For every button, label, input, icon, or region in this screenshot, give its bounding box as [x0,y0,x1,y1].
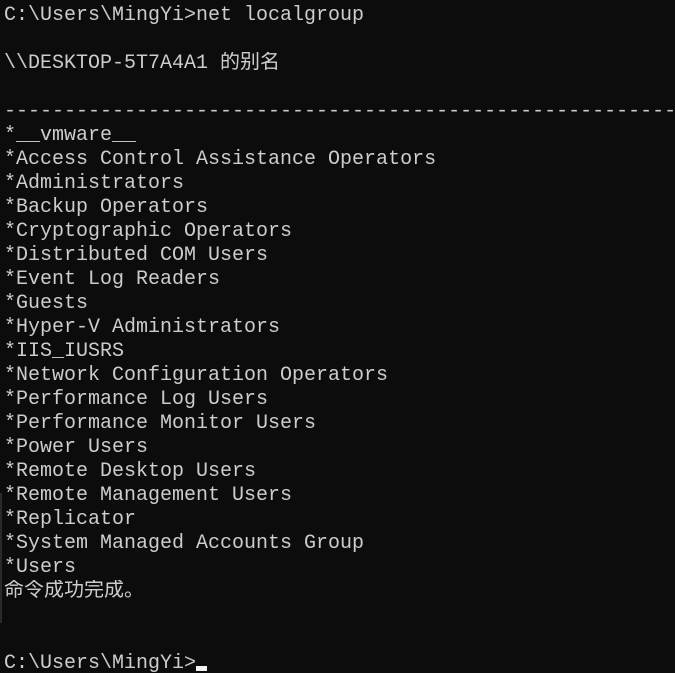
alias-header: \\DESKTOP-5T7A4A1 的别名 [4,52,281,75]
group-item: *Performance Monitor Users [4,412,317,435]
group-list: *__vmware__ *Access Control Assistance Op… [4,124,675,580]
console-output: C:\Users\MingYi>net localgroup \\DESKTOP… [4,4,675,673]
group-item: *Backup Operators [4,196,209,219]
group-item: *Replicator [4,508,137,531]
group-item: *Cryptographic Operators [4,220,293,243]
group-item: *Event Log Readers [4,268,221,291]
console-window[interactable]: C:\Users\MingYi>net localgroup \\DESKTOP… [0,0,675,673]
prompt-text: C:\Users\MingYi> [4,652,197,673]
command-prompt[interactable]: C:\Users\MingYi> [4,652,675,673]
group-item: *Network Configuration Operators [4,364,389,387]
group-item: *Performance Log Users [4,388,269,411]
separator-line: ----------------------------------------… [4,100,675,123]
command-line: C:\Users\MingYi>net localgroup [4,4,365,27]
group-item: *Users [4,556,77,579]
text-cursor [196,666,208,671]
group-item: *Access Control Assistance Operators [4,148,437,171]
group-item: *Guests [4,292,89,315]
group-item: *IIS_IUSRS [4,340,125,363]
group-item: *System Managed Accounts Group [4,532,365,555]
group-item: *Hyper-V Administrators [4,316,281,339]
group-item: *Remote Management Users [4,484,293,507]
group-item: *__vmware__ [4,124,137,147]
group-item: *Administrators [4,172,185,195]
group-item: *Distributed COM Users [4,244,269,267]
success-message: 命令成功完成。 [4,580,144,603]
group-item: *Remote Desktop Users [4,460,257,483]
scroll-indicator [0,493,2,623]
group-item: *Power Users [4,436,149,459]
